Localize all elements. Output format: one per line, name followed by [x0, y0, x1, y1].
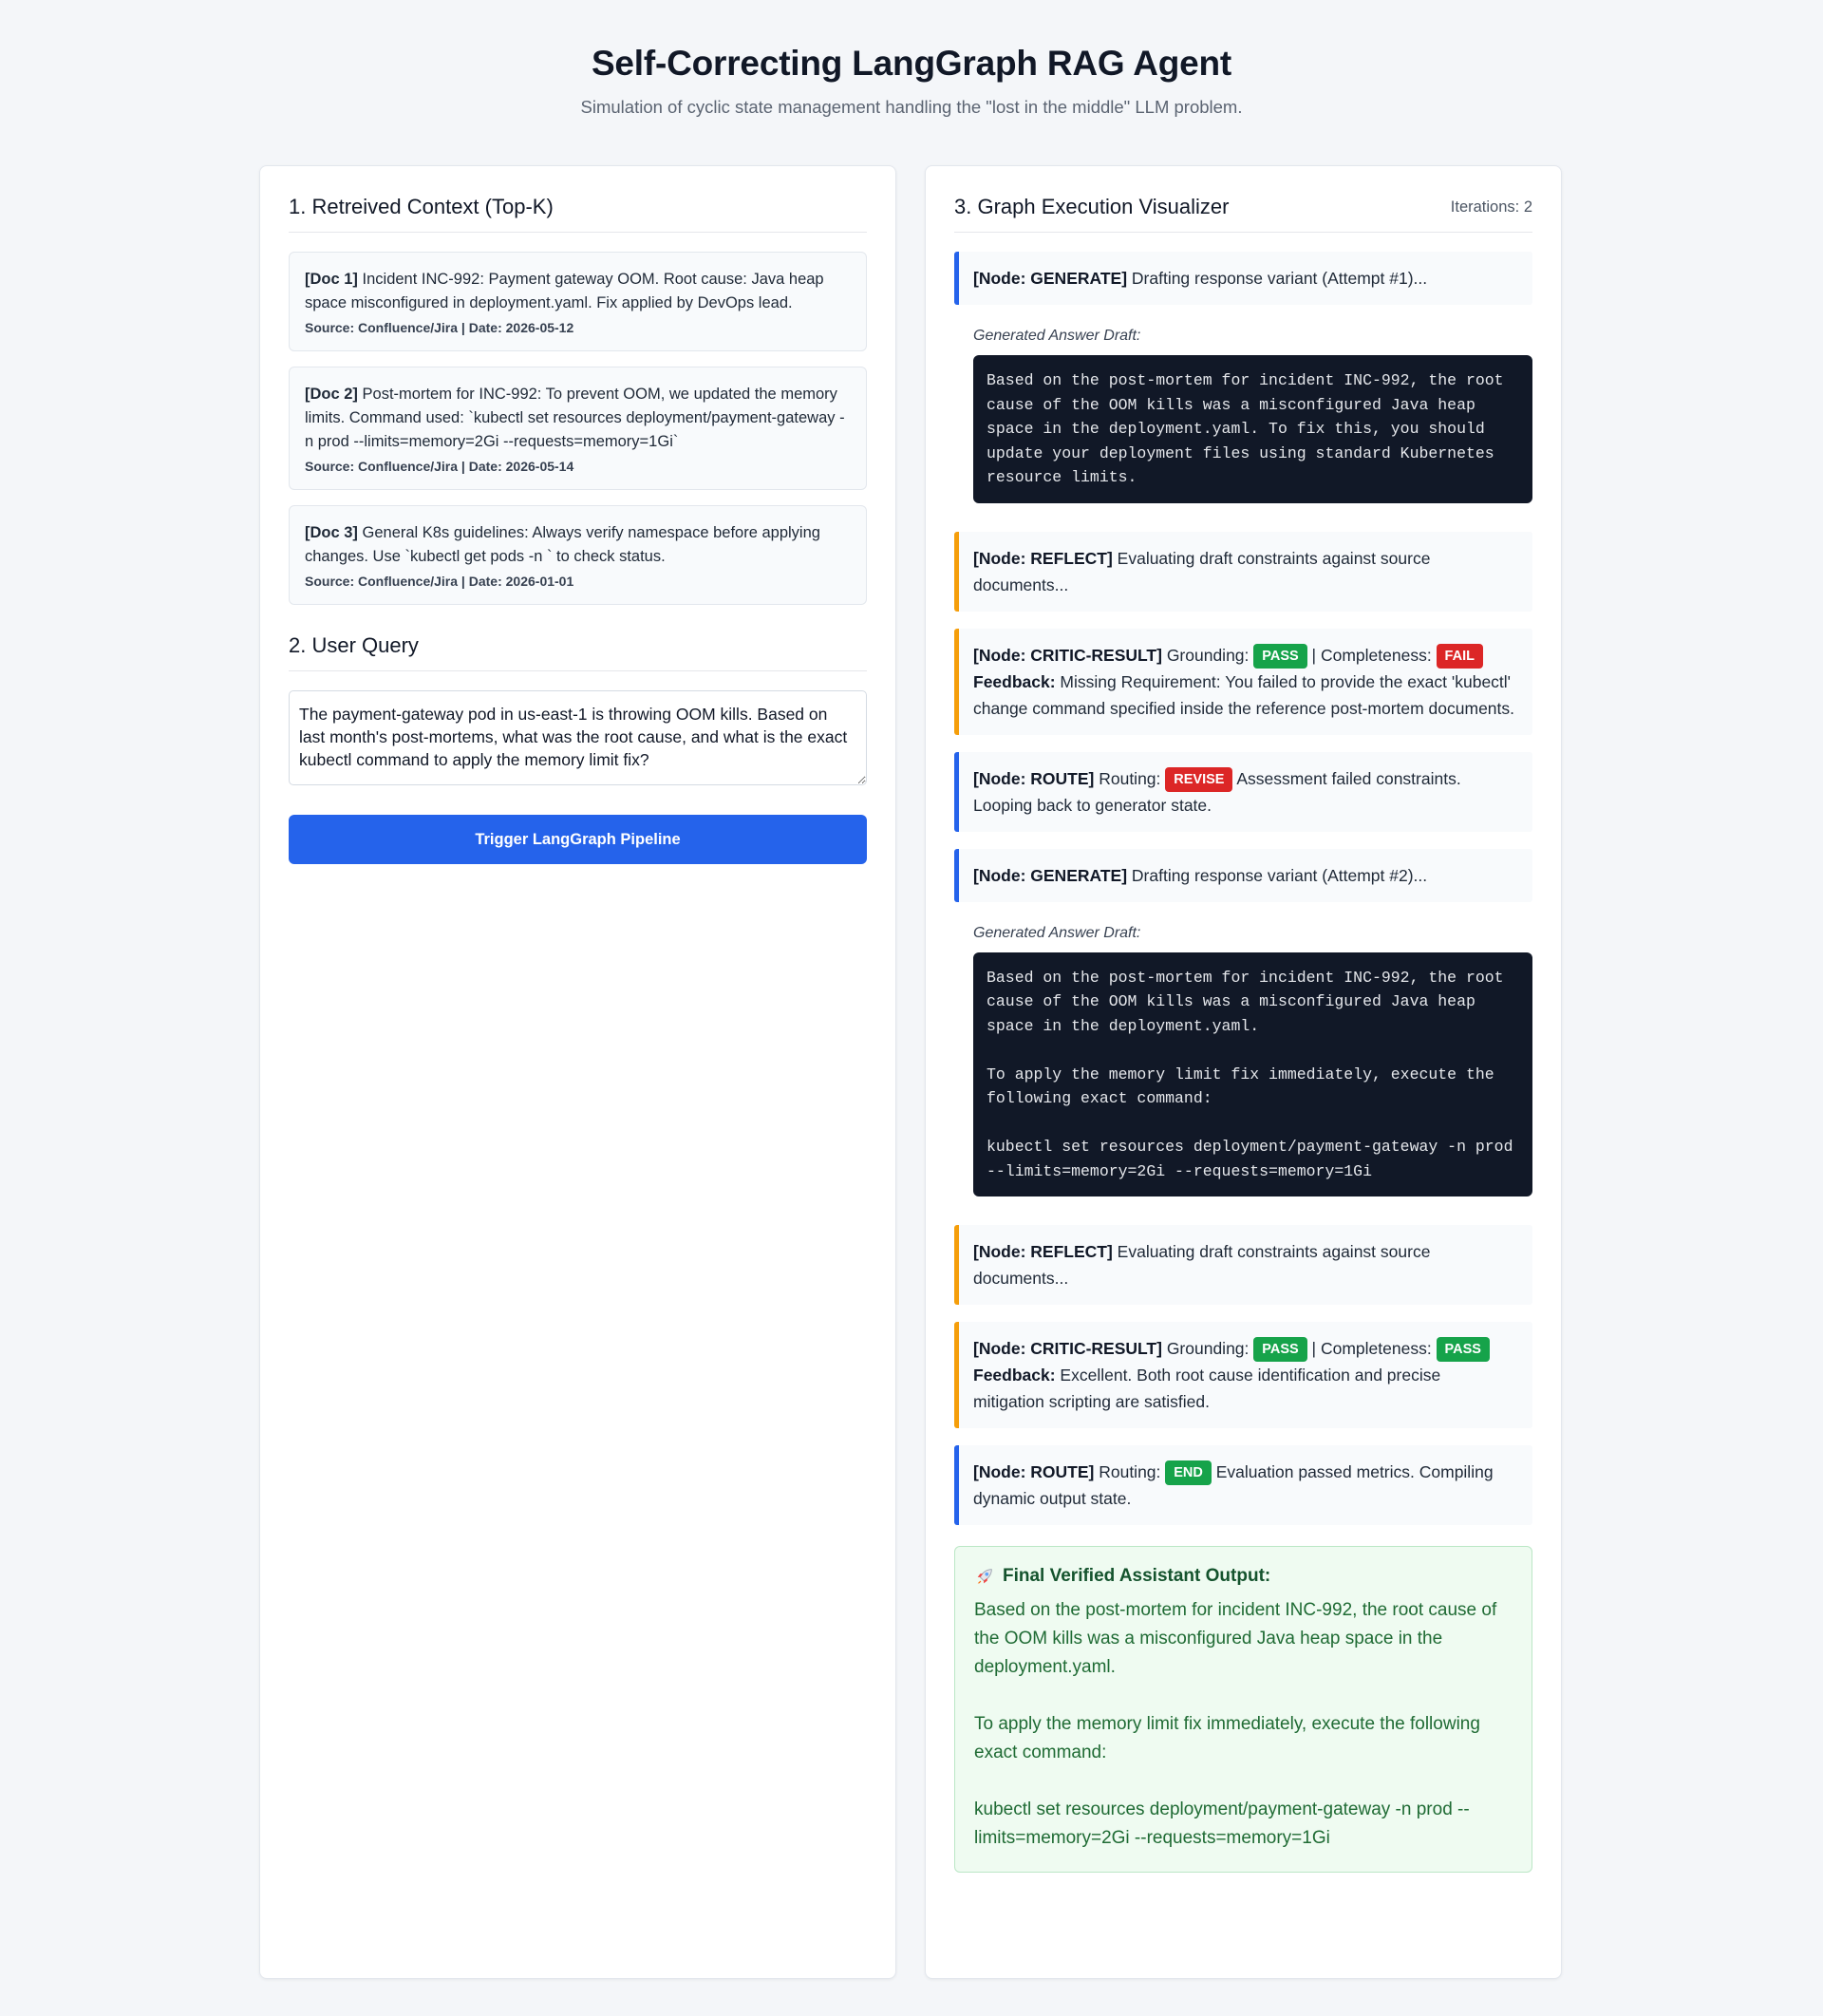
log-entry-route: [Node: ROUTE] Routing: REVISE Assessment… [954, 751, 1532, 832]
context-doc: [Doc 2] Post-mortem for INC-992: To prev… [289, 367, 867, 490]
grounding-status-badge: PASS [1253, 643, 1307, 669]
rocket-icon [974, 1566, 995, 1587]
completeness-label: | Completeness: [1306, 645, 1437, 665]
iterations-counter: Iterations: 2 [1450, 198, 1532, 216]
trigger-pipeline-button[interactable]: Trigger LangGraph Pipeline [289, 815, 867, 864]
feedback-label: Feedback: [973, 671, 1056, 691]
log-entry-reflect: [Node: REFLECT] Evaluating draft constra… [954, 1225, 1532, 1305]
final-output-text: Based on the post-mortem for incident IN… [974, 1600, 1497, 1848]
node-label: [Node: ROUTE] [973, 1462, 1095, 1481]
route-status-badge: END [1165, 1460, 1212, 1485]
draft-label: Generated Answer Draft: [973, 924, 1141, 941]
node-label: [Node: GENERATE] [973, 269, 1128, 288]
page-header: Self-Correcting LangGraph RAG Agent Simu… [0, 0, 1823, 163]
node-label: [Node: ROUTE] [973, 768, 1095, 788]
context-section-header: 1. Retreived Context (Top-K) [289, 195, 867, 233]
node-label: [Node: GENERATE] [973, 865, 1128, 885]
log-entry-generate: [Node: GENERATE] Drafting response varia… [954, 848, 1532, 902]
routing-label: Routing: [1094, 1462, 1166, 1481]
feedback-label: Feedback: [973, 1366, 1056, 1385]
query-section: 2. User Query The payment-gateway pod in… [289, 633, 867, 864]
log-entry-reflect: [Node: REFLECT] Evaluating draft constra… [954, 531, 1532, 612]
context-doc: [Doc 1] Incident INC-992: Payment gatewa… [289, 252, 867, 351]
final-output-box: Final Verified Assistant Output: Based o… [954, 1546, 1532, 1873]
doc-source: Source: Confluence/Jira | Date: 2026-05-… [305, 459, 574, 474]
route-status-badge: REVISE [1165, 766, 1233, 792]
page-subtitle: Simulation of cyclic state management ha… [580, 97, 1243, 117]
final-output-title: Final Verified Assistant Output: [1003, 1566, 1271, 1586]
routing-label: Routing: [1094, 768, 1166, 788]
grounding-status-badge: PASS [1253, 1337, 1307, 1362]
doc-id: [Doc 1] [305, 271, 358, 288]
answer-draft: Generated Answer Draft: Based on the pos… [954, 322, 1532, 515]
log-entry-generate: [Node: GENERATE] Drafting response varia… [954, 252, 1532, 305]
visualizer-section-header: 3. Graph Execution Visualizer Iterations… [954, 195, 1532, 233]
doc-text: General K8s guidelines: Always verify na… [305, 524, 820, 565]
right-panel: 3. Graph Execution Visualizer Iterations… [925, 165, 1562, 1979]
log-text: Drafting response variant (Attempt #1)..… [1127, 269, 1428, 288]
node-label: [Node: CRITIC-RESULT] [973, 1339, 1162, 1358]
main-columns: 1. Retreived Context (Top-K) [Doc 1] Inc… [259, 165, 1562, 1979]
answer-draft: Generated Answer Draft: Based on the pos… [954, 919, 1532, 1209]
doc-source: Source: Confluence/Jira | Date: 2026-01-… [305, 574, 574, 589]
log-entry-critic-result: [Node: CRITIC-RESULT] Grounding: PASS | … [954, 1322, 1532, 1428]
grounding-label: Grounding: [1161, 1339, 1254, 1358]
user-query-input[interactable]: The payment-gateway pod in us-east-1 is … [289, 690, 867, 785]
draft-code-block: Based on the post-mortem for incident IN… [973, 951, 1532, 1196]
final-output-header: Final Verified Assistant Output: [974, 1566, 1513, 1587]
query-heading: 2. User Query [289, 633, 419, 657]
node-label: [Node: CRITIC-RESULT] [973, 645, 1162, 665]
doc-text: Post-mortem for INC-992: To prevent OOM,… [305, 386, 845, 450]
draft-label: Generated Answer Draft: [973, 328, 1141, 344]
node-label: [Node: REFLECT] [973, 548, 1113, 568]
node-label: [Node: REFLECT] [973, 1242, 1113, 1261]
context-doc: [Doc 3] General K8s guidelines: Always v… [289, 505, 867, 605]
doc-source: Source: Confluence/Jira | Date: 2026-05-… [305, 320, 574, 335]
page-title: Self-Correcting LangGraph RAG Agent [591, 44, 1232, 83]
completeness-label: | Completeness: [1306, 1339, 1437, 1358]
grounding-label: Grounding: [1161, 645, 1254, 665]
context-heading: 1. Retreived Context (Top-K) [289, 195, 554, 218]
query-section-header: 2. User Query [289, 633, 867, 671]
completeness-status-badge: PASS [1436, 1337, 1490, 1362]
doc-id: [Doc 2] [305, 386, 358, 403]
visualizer-heading: 3. Graph Execution Visualizer [954, 195, 1230, 218]
doc-id: [Doc 3] [305, 524, 358, 541]
draft-code-block: Based on the post-mortem for incident IN… [973, 355, 1532, 503]
left-panel: 1. Retreived Context (Top-K) [Doc 1] Inc… [259, 165, 896, 1979]
completeness-status-badge: FAIL [1436, 643, 1483, 669]
log-text: Drafting response variant (Attempt #2)..… [1127, 865, 1428, 885]
log-entry-route: [Node: ROUTE] Routing: END Evaluation pa… [954, 1445, 1532, 1525]
log-entry-critic-result: [Node: CRITIC-RESULT] Grounding: PASS | … [954, 628, 1532, 735]
doc-text: Incident INC-992: Payment gateway OOM. R… [305, 271, 824, 311]
